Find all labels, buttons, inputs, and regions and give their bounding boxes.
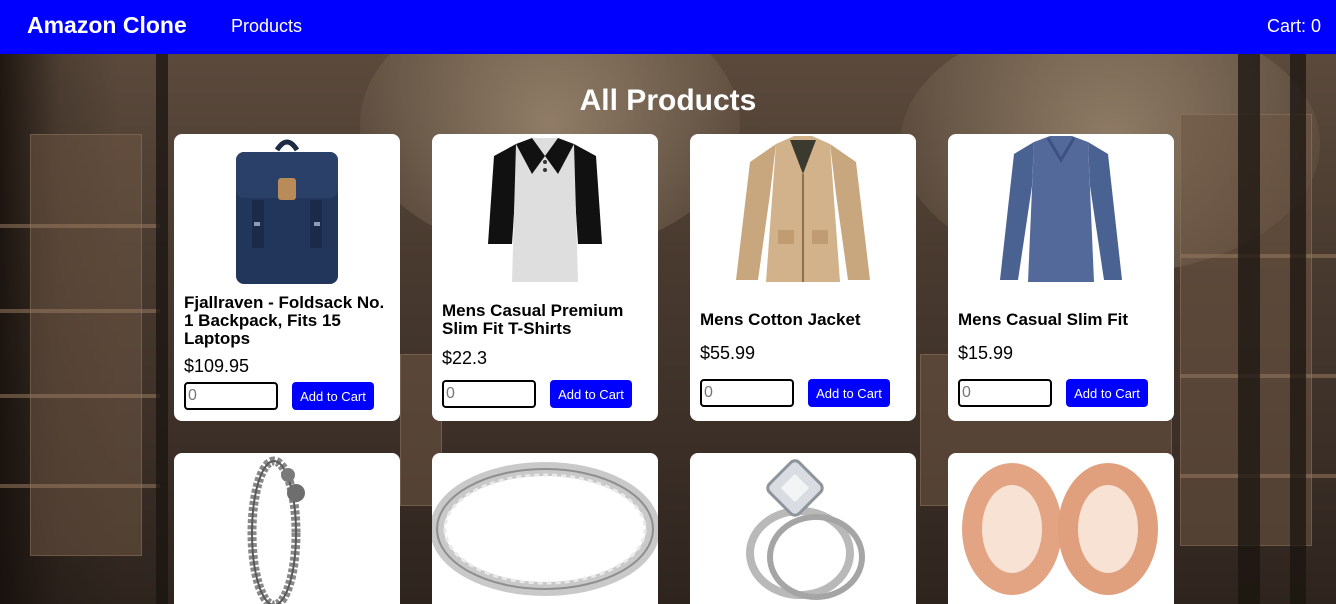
product-card: Fjallraven - Foldsack No. 1 Backpack, Fi… bbox=[174, 134, 400, 421]
product-image-silver-ring bbox=[432, 462, 658, 596]
product-image-long-sleeve-shirt bbox=[1000, 136, 1122, 282]
product-card bbox=[432, 453, 658, 604]
quantity-input[interactable] bbox=[184, 382, 278, 410]
page-title: All Products bbox=[579, 84, 757, 117]
product-price: $22.3 bbox=[442, 348, 488, 368]
product-name: Mens Casual Slim Fit bbox=[958, 310, 1129, 329]
product-card bbox=[948, 453, 1174, 604]
quantity-input[interactable] bbox=[958, 379, 1052, 407]
nav-products-link[interactable]: Products bbox=[231, 16, 302, 37]
quantity-input[interactable] bbox=[442, 380, 536, 408]
product-image-dragon-bracelet bbox=[247, 456, 305, 604]
product-price: $55.99 bbox=[700, 343, 756, 363]
product-card: Mens Cotton Jacket $55.99 Add to Cart bbox=[690, 134, 916, 421]
quantity-input[interactable] bbox=[700, 379, 794, 407]
product-card bbox=[690, 453, 916, 604]
product-image-diamond-ring-set bbox=[746, 459, 865, 600]
product-card: Mens Casual Slim Fit $15.99 Add to Cart bbox=[948, 134, 1174, 421]
product-price: $109.95 bbox=[184, 356, 250, 376]
brand-logo[interactable]: Amazon Clone bbox=[27, 12, 187, 39]
product-card bbox=[174, 453, 400, 604]
product-image-backpack bbox=[236, 139, 338, 284]
navbar: Amazon Clone Products Cart: 0 bbox=[0, 0, 1336, 54]
product-image-jacket bbox=[736, 136, 870, 282]
product-name: Mens Casual Premium Slim Fit T-Shirts bbox=[442, 301, 624, 338]
product-name: Mens Cotton Jacket bbox=[700, 310, 861, 329]
product-image-raglan-tshirt bbox=[488, 138, 602, 282]
product-price: $15.99 bbox=[958, 343, 1014, 363]
cart-link[interactable]: Cart: 0 bbox=[1267, 16, 1321, 37]
add-to-cart-button[interactable]: Add to Cart bbox=[550, 380, 632, 408]
add-to-cart-button[interactable]: Add to Cart bbox=[1066, 379, 1148, 407]
product-name: Fjallraven - Foldsack No. 1 Backpack, Fi… bbox=[184, 293, 385, 348]
product-image-rose-gold-plugs bbox=[962, 463, 1158, 595]
add-to-cart-button[interactable]: Add to Cart bbox=[292, 382, 374, 410]
product-card: Mens Casual Premium Slim Fit T-Shirts $2… bbox=[432, 134, 658, 421]
add-to-cart-button[interactable]: Add to Cart bbox=[808, 379, 890, 407]
